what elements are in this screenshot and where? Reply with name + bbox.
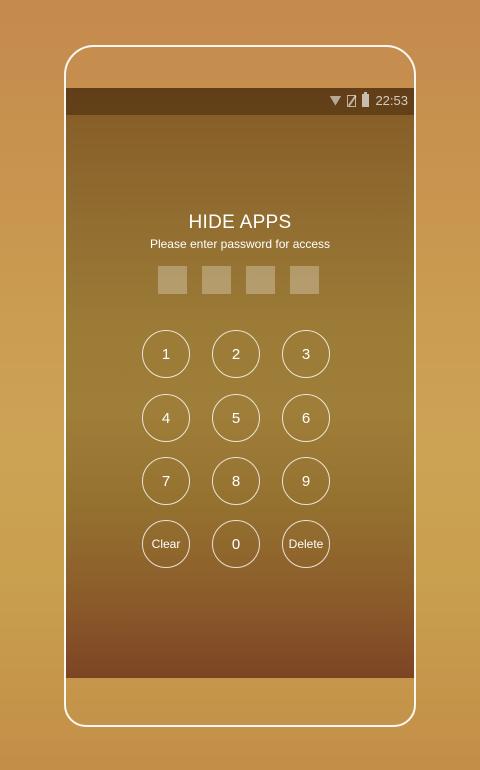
wifi-icon <box>329 95 342 106</box>
key-7-button[interactable]: 7 <box>142 457 190 505</box>
key-8-button[interactable]: 8 <box>212 457 260 505</box>
battery-icon <box>362 92 370 107</box>
pin-box-1 <box>158 266 187 294</box>
key-6-button[interactable]: 6 <box>282 394 330 442</box>
clear-button[interactable]: Clear <box>142 520 190 568</box>
no-sim-icon <box>347 94 357 107</box>
page-subtitle: Please enter password for access <box>149 237 331 251</box>
key-9-button[interactable]: 9 <box>282 457 330 505</box>
pin-box-2 <box>202 266 231 294</box>
status-clock: 22:53 <box>375 93 408 108</box>
key-2-button[interactable]: 2 <box>212 330 260 378</box>
delete-button[interactable]: Delete <box>282 520 330 568</box>
key-1-button[interactable]: 1 <box>142 330 190 378</box>
pin-indicator <box>158 266 319 294</box>
pin-box-3 <box>246 266 275 294</box>
key-4-button[interactable]: 4 <box>142 394 190 442</box>
pin-box-4 <box>290 266 319 294</box>
page-title: HIDE APPS <box>188 212 292 233</box>
key-5-button[interactable]: 5 <box>212 394 260 442</box>
key-3-button[interactable]: 3 <box>282 330 330 378</box>
lock-screen: 22:53 HIDE APPS Please enter password fo… <box>66 88 414 678</box>
status-bar: 22:53 <box>66 88 414 115</box>
key-0-button[interactable]: 0 <box>212 520 260 568</box>
